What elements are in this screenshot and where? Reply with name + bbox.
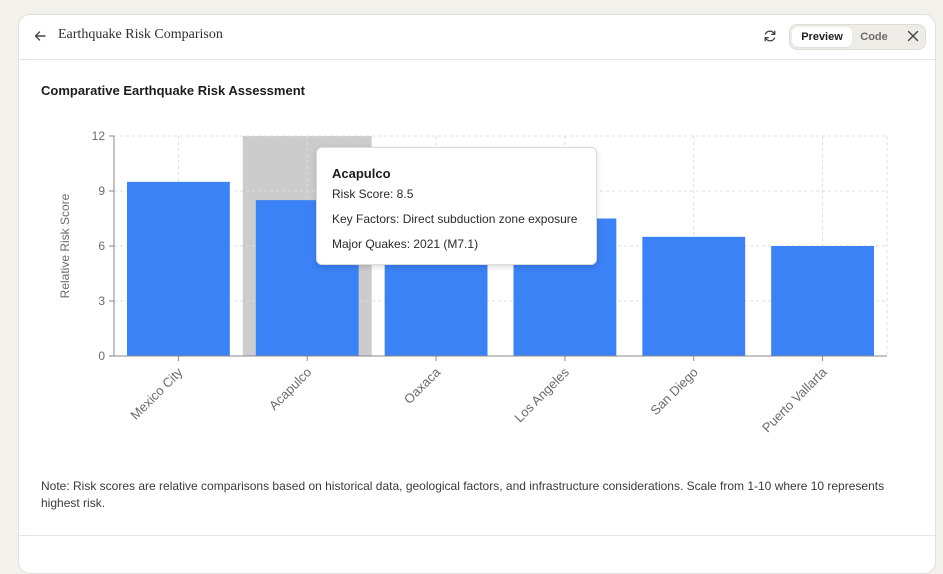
x-tick-label: Acapulco xyxy=(266,365,314,413)
artifact-content: Comparative Earthquake Risk Assessment 0… xyxy=(19,60,935,536)
close-icon[interactable] xyxy=(906,29,920,43)
arrow-left-icon[interactable] xyxy=(32,28,48,44)
tooltip-risk-score: Risk Score: 8.5 xyxy=(332,187,414,201)
y-tick-label: 6 xyxy=(98,239,105,253)
bar-chart: 0 3 6 9 12 Mexico City Acapulco Oaxaca Los Angel… xyxy=(58,129,888,435)
y-tick-label: 0 xyxy=(98,349,105,363)
tab-preview[interactable]: Preview xyxy=(792,27,852,47)
x-tick-label: Los Angeles xyxy=(511,364,572,425)
bar-mexico-city[interactable] xyxy=(127,181,230,356)
chart-tooltip: Acapulco Risk Score: 8.5 Key Factors: Di… xyxy=(316,147,597,265)
tooltip-major-quakes: Major Quakes: 2021 (M7.1) xyxy=(332,237,479,251)
x-tick-label: Mexico City xyxy=(127,364,185,422)
x-tick-label: Puerto Vallarta xyxy=(759,364,830,435)
divider xyxy=(19,535,935,536)
bar-puerto-vallarta[interactable] xyxy=(771,246,874,356)
chart-note: Note: Risk scores are relative compariso… xyxy=(41,479,885,510)
refresh-icon[interactable] xyxy=(762,28,778,44)
artifact-window: Earthquake Risk Comparison Preview Code … xyxy=(18,14,936,574)
tooltip-title: Acapulco xyxy=(332,166,391,181)
y-tick-label: 12 xyxy=(92,129,106,143)
y-tick-label: 9 xyxy=(98,184,105,198)
bar-san-diego[interactable] xyxy=(642,236,746,356)
x-tick-label: San Diego xyxy=(647,365,701,419)
y-axis-label: Relative Risk Score xyxy=(58,193,72,298)
artifact-title: Earthquake Risk Comparison xyxy=(58,27,223,42)
tooltip-key-factors: Key Factors: Direct subduction zone expo… xyxy=(332,212,578,226)
artifact-header: Earthquake Risk Comparison Preview Code xyxy=(19,15,935,60)
x-tick-label: Oaxaca xyxy=(401,364,444,407)
y-tick-label: 3 xyxy=(98,294,105,308)
tab-code[interactable]: Code xyxy=(854,27,894,47)
